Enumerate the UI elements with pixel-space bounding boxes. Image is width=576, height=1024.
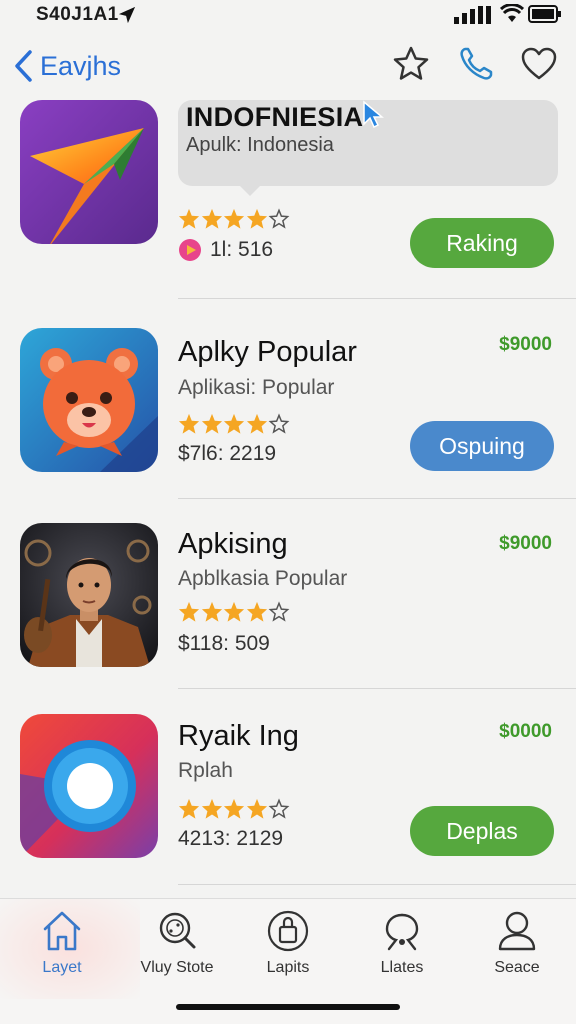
app-meta: $118: 509: [178, 632, 270, 655]
deplas-button[interactable]: Deplas: [410, 806, 554, 856]
like-button[interactable]: [519, 44, 559, 84]
star-filled-icon: [246, 601, 267, 622]
star-empty-icon: [268, 208, 290, 229]
back-label: Eavjhs: [40, 50, 122, 81]
rating-stars: [178, 599, 291, 625]
app-subtitle: Apblkasia Popular: [178, 567, 348, 590]
status-time: S40J1A1: [36, 4, 119, 25]
battery-icon: [528, 5, 561, 23]
rating-stars: [178, 411, 291, 437]
star-empty-icon: [268, 413, 290, 434]
raking-button[interactable]: Raking: [410, 218, 554, 268]
star-filled-icon: [201, 798, 222, 819]
back-button[interactable]: Eavjhs: [12, 46, 121, 86]
search-globe-icon: [159, 912, 196, 949]
call-button[interactable]: [456, 44, 496, 84]
star-filled-icon: [223, 413, 245, 434]
star-filled-icon: [201, 208, 222, 229]
app-meta: $7l6: 2219: [178, 442, 277, 465]
ospuing-button[interactable]: Ospuing: [410, 421, 554, 471]
divider: [178, 298, 576, 299]
tab-lapits[interactable]: Lapits: [238, 909, 338, 989]
rating-stars: [178, 206, 291, 232]
location-arrow-icon: [118, 6, 136, 24]
app-icon-ring[interactable]: [20, 714, 158, 858]
app-meta: 4213: 2129: [178, 827, 284, 850]
app-subtitle: Aplikasi: Popular: [178, 376, 335, 399]
app-price: $9000: [499, 334, 552, 355]
divider: [178, 884, 576, 885]
tag-icon: [385, 913, 419, 951]
chevron-left-icon: [15, 50, 32, 82]
portrait-man-guitar-icon: [20, 523, 158, 667]
divider: [178, 498, 576, 499]
app-meta: 1l: 516: [178, 238, 273, 262]
app-icon-portrait[interactable]: [20, 523, 158, 667]
star-filled-icon: [223, 208, 245, 229]
tab-label: Llates: [380, 959, 424, 976]
heart-outline-icon: [521, 47, 557, 80]
ring-logo-icon: [20, 714, 158, 858]
tab-label: Seace: [494, 959, 540, 976]
tab-layet[interactable]: Layet: [12, 909, 112, 989]
star-filled-icon: [201, 601, 222, 622]
home-indicator[interactable]: [176, 1004, 400, 1010]
phone-icon: [460, 47, 493, 80]
tab-seace[interactable]: Seace: [467, 909, 567, 989]
bag-icon: [267, 910, 309, 952]
star-filled-icon: [223, 798, 245, 819]
star-filled-icon: [178, 601, 200, 622]
tab-label: Vluy Stote: [140, 959, 214, 976]
star-filled-icon: [178, 413, 200, 434]
app-meta-text: 1l: 516: [210, 238, 274, 261]
app-name[interactable]: Apkising: [178, 528, 288, 561]
person-icon: [498, 911, 536, 951]
tab-llates[interactable]: Llates: [352, 909, 452, 989]
tooltip-subtitle: Apulk: Indonesia: [186, 134, 334, 156]
play-circle-icon: [179, 239, 201, 261]
app-price: $0000: [499, 721, 552, 742]
tooltip-title: INDOFNIESIA: [186, 102, 364, 132]
divider: [178, 688, 576, 689]
app-price: $9000: [499, 533, 552, 554]
status-bar: S40J1A1: [0, 0, 576, 34]
favorite-star-button[interactable]: [391, 44, 431, 84]
app-subtitle: Rplah: [178, 759, 233, 782]
star-filled-icon: [178, 798, 200, 819]
star-outline-icon: [393, 46, 429, 80]
star-filled-icon: [201, 413, 222, 434]
wifi-icon: [500, 4, 524, 22]
star-empty-icon: [268, 798, 290, 819]
home-icon: [43, 911, 81, 951]
arrow-logo-icon: [20, 100, 158, 244]
mouse-cursor-icon: [363, 100, 384, 129]
star-filled-icon: [246, 413, 267, 434]
app-icon-arrow[interactable]: [20, 100, 158, 244]
rating-stars: [178, 796, 291, 822]
signal-icon: [454, 6, 491, 24]
star-filled-icon: [246, 208, 267, 229]
star-empty-icon: [268, 601, 290, 622]
tab-label: Lapits: [266, 959, 310, 976]
app-name[interactable]: Aplky Popular: [178, 336, 357, 369]
tab-vluy-stote[interactable]: Vluy Stote: [127, 909, 227, 989]
app-icon-bear[interactable]: [20, 328, 158, 472]
star-filled-icon: [246, 798, 267, 819]
nav-bar: Eavjhs: [0, 36, 576, 96]
star-filled-icon: [223, 601, 245, 622]
tab-label: Layet: [42, 959, 82, 976]
bear-logo-icon: [20, 328, 158, 472]
app-name[interactable]: Ryaik Ing: [178, 720, 299, 753]
star-filled-icon: [178, 208, 200, 229]
